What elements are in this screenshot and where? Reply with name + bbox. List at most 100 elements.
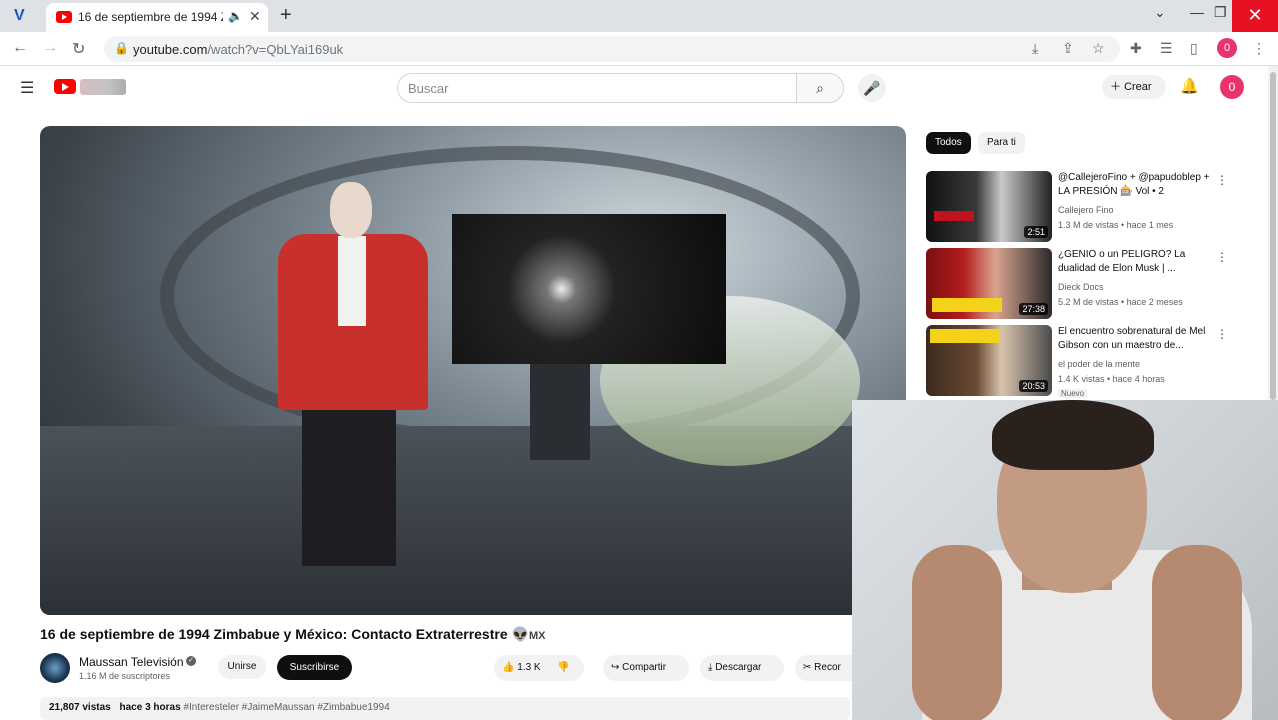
webcam-left-shoulder: [912, 545, 1002, 720]
like-dislike-group: 👍 1.3 K 👎: [494, 655, 584, 681]
channel-name[interactable]: Maussan Televisión: [79, 655, 184, 669]
rec-channel[interactable]: Dieck Docs: [1058, 282, 1104, 292]
like-count[interactable]: 1.3 K: [517, 662, 540, 673]
thumbnail-text-banner: [934, 211, 974, 221]
share-page-icon[interactable]: ⇪: [1062, 40, 1074, 57]
more-options-icon[interactable]: ⋮: [1216, 327, 1228, 341]
description-box[interactable]: 21,807 vistas hace 3 horas #Interesteler…: [40, 697, 850, 720]
video-title: 16 de septiembre de 1994 Zimbabue y Méxi…: [40, 626, 545, 643]
video-thumbnail[interactable]: 2:51: [926, 171, 1052, 242]
browser-menu-icon[interactable]: V: [14, 7, 34, 25]
youtube-doodle-logo[interactable]: [80, 79, 126, 95]
duration-badge: 27:38: [1019, 303, 1048, 315]
more-options-icon[interactable]: ⋮: [1216, 173, 1228, 187]
hashtags[interactable]: #Interesteler #JaimeMaussan #Zimbabue199…: [183, 702, 389, 713]
share-button[interactable]: ↪ Compartir: [603, 655, 689, 681]
voice-search-mic-icon[interactable]: 🎤: [858, 74, 886, 102]
download-label: Descargar: [715, 662, 762, 673]
duration-badge: 2:51: [1024, 226, 1048, 238]
thumbnail-text-banner: [932, 298, 1002, 312]
recommendation-item[interactable]: 2:51 @CallejeroFino + @papudoblep + LA P…: [926, 171, 1256, 243]
create-button[interactable]: ＋ Crear: [1102, 75, 1166, 99]
channel-avatar[interactable]: [40, 653, 70, 683]
view-count: 21,807 vistas: [49, 702, 111, 713]
rec-channel[interactable]: el poder de la mente: [1058, 359, 1140, 369]
browser-menu-dots-icon[interactable]: ⋮: [1252, 40, 1266, 57]
rec-meta: 1.3 M de vistas • hace 1 mes: [1058, 220, 1174, 230]
lock-icon: 🔒: [114, 41, 129, 55]
youtube-favicon-icon: [56, 11, 72, 23]
browser-profile-avatar[interactable]: 0: [1217, 38, 1237, 58]
more-options-icon[interactable]: ⋮: [1216, 250, 1228, 264]
bookmark-star-icon[interactable]: ☆: [1092, 40, 1105, 57]
restore-icon[interactable]: ❐: [1214, 4, 1227, 21]
share-label: Compartir: [622, 662, 667, 673]
join-button[interactable]: Unirse: [218, 655, 266, 679]
video-thumbnail[interactable]: 27:38: [926, 248, 1052, 319]
subscribe-button[interactable]: Suscribirse: [277, 655, 352, 680]
rec-channel[interactable]: Callejero Fino: [1058, 205, 1114, 215]
url-text: youtube.com/watch?v=QbLYai169uk: [133, 42, 344, 57]
alien-emoji-icon: 👽: [511, 626, 529, 642]
side-panel-icon[interactable]: ▯: [1190, 40, 1198, 57]
speaker-icon[interactable]: 🔈: [228, 9, 243, 23]
tab-title: 16 de septiembre de 1994 Zim: [78, 10, 223, 24]
browser-tab-strip: V 16 de septiembre de 1994 Zim 🔈 ✕ + ⌄ —…: [0, 0, 1278, 32]
hamburger-menu-icon[interactable]: ☰: [20, 78, 34, 98]
window-close-icon[interactable]: ✕: [1232, 0, 1278, 32]
youtube-avatar[interactable]: 0: [1220, 75, 1244, 99]
forward-icon[interactable]: →: [42, 39, 58, 57]
back-icon[interactable]: ←: [12, 39, 28, 57]
virtual-screen: [452, 214, 726, 364]
chip-para-ti[interactable]: Para ti: [978, 132, 1025, 154]
browser-tab-active[interactable]: 16 de septiembre de 1994 Zim 🔈 ✕: [46, 3, 268, 32]
browser-toolbar: ← → ↻ 🔒 youtube.com/watch?v=QbLYai169uk …: [0, 32, 1278, 66]
notifications-bell-icon[interactable]: 🔔: [1180, 77, 1199, 95]
video-thumbnail[interactable]: 20:53: [926, 325, 1052, 396]
address-bar[interactable]: 🔒 youtube.com/watch?v=QbLYai169uk: [104, 36, 1120, 62]
search-button[interactable]: ⌕: [796, 73, 844, 103]
presenter-head: [330, 182, 372, 238]
video-title-text: 16 de septiembre de 1994 Zimbabue y Méxi…: [40, 626, 508, 642]
rec-meta: 5.2 M de vistas • hace 2 meses: [1058, 297, 1183, 307]
rec-title[interactable]: @CallejeroFino + @papudoblep + LA PRESIÓ…: [1058, 171, 1214, 199]
youtube-header: ☰ Buscar ⌕ 🎤 ＋ Crear 🔔 0: [0, 66, 1278, 108]
new-badge: Nuevo: [1058, 389, 1088, 398]
reload-icon[interactable]: ↻: [72, 39, 85, 59]
install-icon[interactable]: ⤓: [1032, 40, 1038, 57]
clip-button[interactable]: ✂ Recor: [795, 655, 852, 681]
duration-badge: 20:53: [1019, 380, 1048, 392]
close-tab-icon[interactable]: ✕: [249, 8, 261, 25]
rec-title[interactable]: El encuentro sobrenatural de Mel Gibson …: [1058, 325, 1214, 353]
search-icon: ⌕: [816, 80, 824, 96]
like-icon[interactable]: 👍: [502, 662, 514, 673]
webcam-right-shoulder: [1152, 545, 1242, 720]
minimize-icon[interactable]: —: [1190, 4, 1204, 20]
upload-age: hace 3 horas: [119, 702, 181, 713]
thumbnail-text-banner: [930, 329, 1000, 343]
presenter-shirt: [338, 236, 366, 326]
create-label: Crear: [1124, 81, 1152, 93]
recommendation-item[interactable]: 27:38 ¿GENIO o un PELIGRO? La dualidad d…: [926, 248, 1256, 320]
new-tab-icon[interactable]: +: [280, 4, 292, 27]
search-input[interactable]: Buscar: [397, 73, 797, 103]
recommendation-item[interactable]: 20:53 El encuentro sobrenatural de Mel G…: [926, 325, 1256, 398]
reading-list-icon[interactable]: ☰: [1160, 40, 1173, 57]
dislike-icon[interactable]: 👎: [557, 662, 569, 673]
extensions-icon[interactable]: ✚: [1130, 40, 1142, 57]
download-button[interactable]: ⤓ Descargar: [700, 655, 784, 681]
presenter-legs: [302, 406, 396, 566]
rec-meta: 1.4 K vistas • hace 4 horas: [1058, 374, 1165, 384]
scrollbar-thumb[interactable]: [1270, 72, 1276, 400]
video-player[interactable]: [40, 126, 906, 615]
scissors-icon: ✂: [803, 662, 812, 673]
chip-todos[interactable]: Todos: [926, 132, 971, 154]
presenter: [278, 178, 428, 573]
webcam-overlay: [852, 400, 1278, 720]
tab-search-icon[interactable]: ⌄: [1154, 4, 1166, 21]
verified-check-icon: ✓: [186, 656, 196, 666]
webcam-hair: [992, 400, 1154, 470]
youtube-logo[interactable]: [54, 79, 76, 94]
rec-title[interactable]: ¿GENIO o un PELIGRO? La dualidad de Elon…: [1058, 248, 1214, 276]
subscriber-count: 1.16 M de suscriptores: [79, 671, 171, 681]
